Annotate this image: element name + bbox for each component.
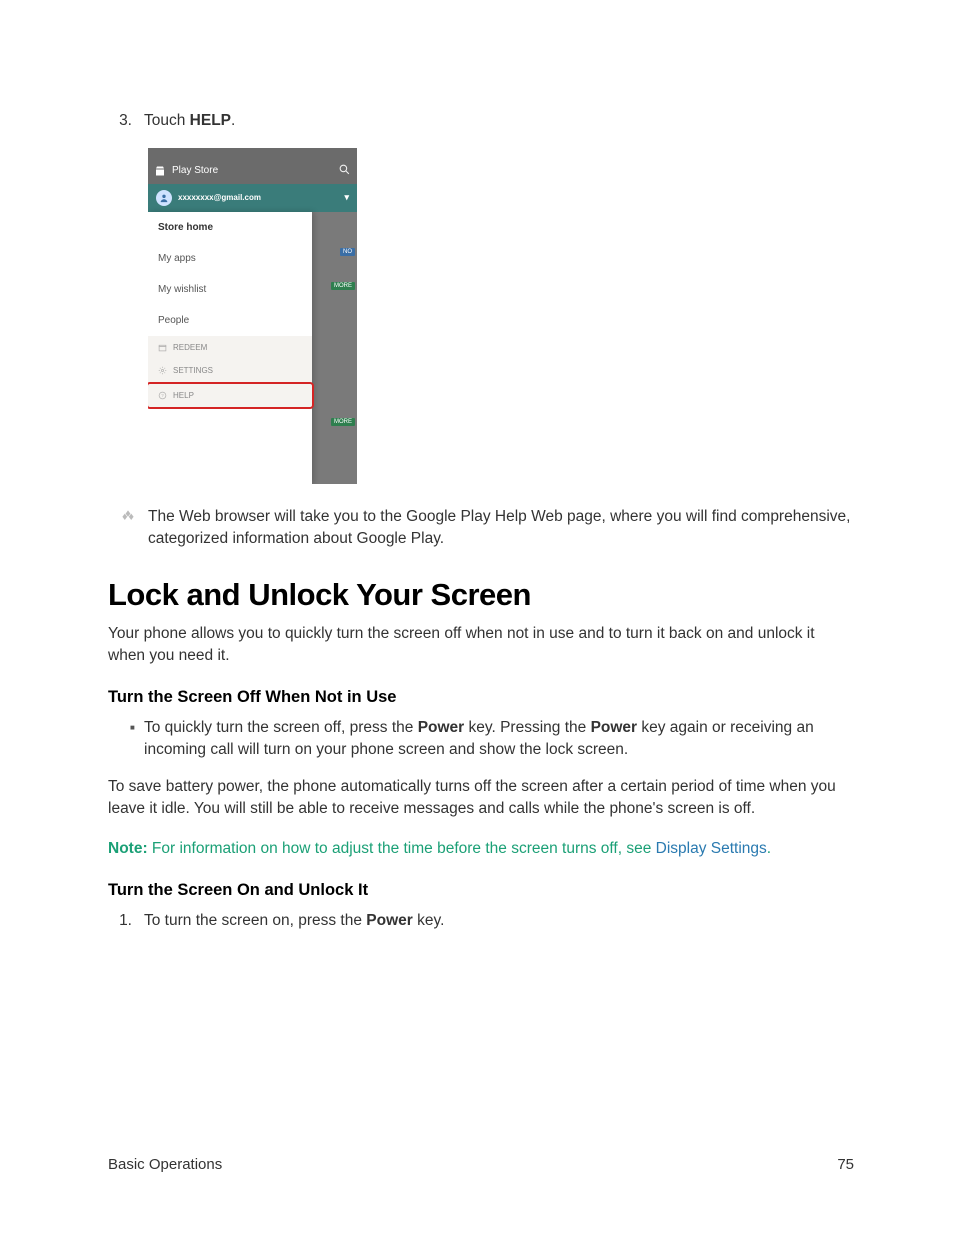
- drawer-item-my-wishlist[interactable]: My wishlist: [148, 274, 312, 305]
- drawer-item-people[interactable]: People: [148, 305, 312, 336]
- app-title: Play Store: [172, 165, 218, 176]
- help-icon: ?: [158, 391, 167, 400]
- subheading-turn-on: Turn the Screen On and Unlock It: [108, 881, 854, 900]
- note-text: For information on how to adjust the tim…: [148, 840, 656, 857]
- footer-page-number: 75: [837, 1156, 854, 1173]
- bullet-text: To quickly turn the screen off, press th…: [144, 717, 854, 762]
- account-email: xxxxxxxx@gmail.com: [178, 193, 261, 202]
- chevron-down-icon: ▾: [344, 192, 349, 203]
- badge: NO: [340, 248, 355, 256]
- step-3: 3. Touch HELP.: [108, 110, 854, 132]
- step-number: 1.: [108, 910, 132, 932]
- note: Note: For information on how to adjust t…: [108, 838, 854, 860]
- step-number: 3.: [108, 110, 132, 132]
- subheading-turn-off: Turn the Screen Off When Not in Use: [108, 688, 854, 707]
- badge: MORE: [331, 418, 355, 426]
- app-header: Play Store: [148, 158, 357, 184]
- drawer-item-settings[interactable]: SETTINGS: [148, 359, 312, 382]
- body-paragraph: To save battery power, the phone automat…: [108, 776, 854, 821]
- nav-drawer: Store home My apps My wishlist People RE…: [148, 212, 312, 484]
- step-text: Touch HELP.: [144, 110, 235, 132]
- avatar-icon: [156, 190, 172, 206]
- drawer-item-redeem[interactable]: REDEEM: [148, 336, 312, 359]
- account-row[interactable]: xxxxxxxx@gmail.com ▾: [148, 184, 357, 212]
- drawer-blank: [148, 409, 312, 484]
- gear-icon: [158, 366, 167, 375]
- step-1: 1. To turn the screen on, press the Powe…: [108, 910, 854, 932]
- status-bar: [148, 148, 357, 158]
- svg-text:?: ?: [161, 393, 164, 398]
- drawer-item-help[interactable]: ? HELP: [148, 382, 314, 409]
- footer-section: Basic Operations: [108, 1156, 222, 1173]
- display-settings-link[interactable]: Display Settings: [656, 840, 767, 857]
- section-heading: Lock and Unlock Your Screen: [108, 577, 854, 613]
- result-text: The Web browser will take you to the Goo…: [148, 506, 854, 551]
- phone-mock: Play Store xxxxxxxx@gmail.com ▾ NO MORE …: [148, 148, 357, 484]
- gift-icon: [158, 343, 167, 352]
- step-text: To turn the screen on, press the Power k…: [144, 910, 444, 932]
- note-label: Note:: [108, 840, 148, 857]
- diamond-bullet-icon: [108, 506, 148, 551]
- search-icon[interactable]: [338, 163, 351, 179]
- page-footer: Basic Operations 75: [108, 1156, 854, 1173]
- drawer-item-store-home[interactable]: Store home: [148, 212, 312, 243]
- result-note: The Web browser will take you to the Goo…: [108, 506, 854, 551]
- play-store-icon: [154, 165, 166, 177]
- embedded-screenshot: Play Store xxxxxxxx@gmail.com ▾ NO MORE …: [148, 148, 854, 484]
- section-intro: Your phone allows you to quickly turn th…: [108, 623, 854, 668]
- badge: MORE: [331, 282, 355, 290]
- bullet-item: ■ To quickly turn the screen off, press …: [130, 717, 854, 762]
- drawer-item-my-apps[interactable]: My apps: [148, 243, 312, 274]
- square-bullet-icon: ■: [130, 717, 144, 762]
